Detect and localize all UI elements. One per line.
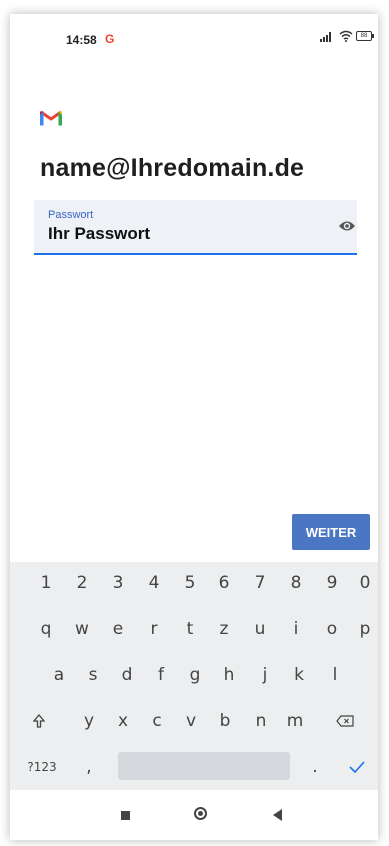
keyboard-number-row: 1 2 3 4 5 6 7 8 9 0 [10, 564, 378, 602]
key-p[interactable]: p [352, 610, 378, 648]
period-key[interactable]: . [300, 748, 330, 786]
key-h[interactable]: h [212, 656, 246, 694]
key-l[interactable]: l [318, 656, 352, 694]
gmail-logo-icon [40, 110, 62, 126]
key-f[interactable]: f [144, 656, 178, 694]
google-g-icon: G [105, 32, 115, 46]
key-i[interactable]: i [278, 610, 314, 648]
key-b[interactable]: b [208, 702, 242, 740]
key-j[interactable]: j [248, 656, 282, 694]
keyboard: 1 2 3 4 5 6 7 8 9 0 q w e r t z u i o p … [10, 562, 378, 790]
key-7[interactable]: 7 [242, 564, 278, 602]
symbols-key[interactable]: ?123 [20, 748, 64, 786]
account-email: name@Ihredomain.de [40, 154, 305, 182]
navigation-bar [10, 790, 378, 840]
key-6[interactable]: 6 [206, 564, 242, 602]
backspace-icon[interactable] [328, 702, 362, 740]
key-r[interactable]: r [136, 610, 172, 648]
key-d[interactable]: d [110, 656, 144, 694]
check-icon[interactable] [340, 748, 374, 786]
key-a[interactable]: a [42, 656, 76, 694]
keyboard-row-1: q w e r t z u i o p [10, 610, 378, 648]
key-8[interactable]: 8 [278, 564, 314, 602]
key-x[interactable]: x [106, 702, 140, 740]
key-s[interactable]: s [76, 656, 110, 694]
key-o[interactable]: o [314, 610, 350, 648]
wifi-icon [339, 30, 353, 42]
key-m[interactable]: m [278, 702, 312, 740]
eye-icon[interactable] [338, 219, 356, 233]
key-w[interactable]: w [64, 610, 100, 648]
keyboard-row-3: y x c v b n m [10, 702, 378, 740]
key-1[interactable]: 1 [28, 564, 64, 602]
key-g[interactable]: g [178, 656, 212, 694]
key-t[interactable]: t [172, 610, 208, 648]
keyboard-bottom-row: ?123 , . [10, 748, 378, 786]
key-5[interactable]: 5 [172, 564, 208, 602]
key-0[interactable]: 0 [352, 564, 378, 602]
key-4[interactable]: 4 [136, 564, 172, 602]
key-n[interactable]: n [244, 702, 278, 740]
key-u[interactable]: u [242, 610, 278, 648]
next-button[interactable]: WEITER [292, 514, 370, 550]
key-z[interactable]: z [206, 610, 242, 648]
password-input[interactable]: Ihr Passwort [48, 224, 150, 244]
status-time: 14:58 [66, 33, 97, 47]
status-bar: 14:58 G 88 [10, 14, 378, 64]
password-label: Passwort [48, 209, 94, 221]
back-triangle-icon[interactable] [273, 809, 282, 821]
phone-screen: 14:58 G 88 name@Ihredomain.de Passwort I… [10, 14, 378, 840]
key-e[interactable]: e [100, 610, 136, 648]
home-circle-icon[interactable] [194, 807, 207, 820]
signal-icon [320, 32, 331, 42]
key-c[interactable]: c [140, 702, 174, 740]
square-icon[interactable] [121, 811, 130, 820]
key-9[interactable]: 9 [314, 564, 350, 602]
key-y[interactable]: y [72, 702, 106, 740]
key-v[interactable]: v [174, 702, 208, 740]
password-field[interactable]: Passwort Ihr Passwort [34, 200, 357, 255]
battery-icon: 88 [356, 31, 374, 41]
keyboard-row-2: a s d f g h j k l [10, 656, 378, 694]
key-q[interactable]: q [28, 610, 64, 648]
space-key[interactable] [118, 752, 290, 780]
key-2[interactable]: 2 [64, 564, 100, 602]
key-k[interactable]: k [282, 656, 316, 694]
shift-arrow-icon[interactable] [24, 702, 54, 740]
key-3[interactable]: 3 [100, 564, 136, 602]
comma-key[interactable]: , [74, 748, 104, 786]
